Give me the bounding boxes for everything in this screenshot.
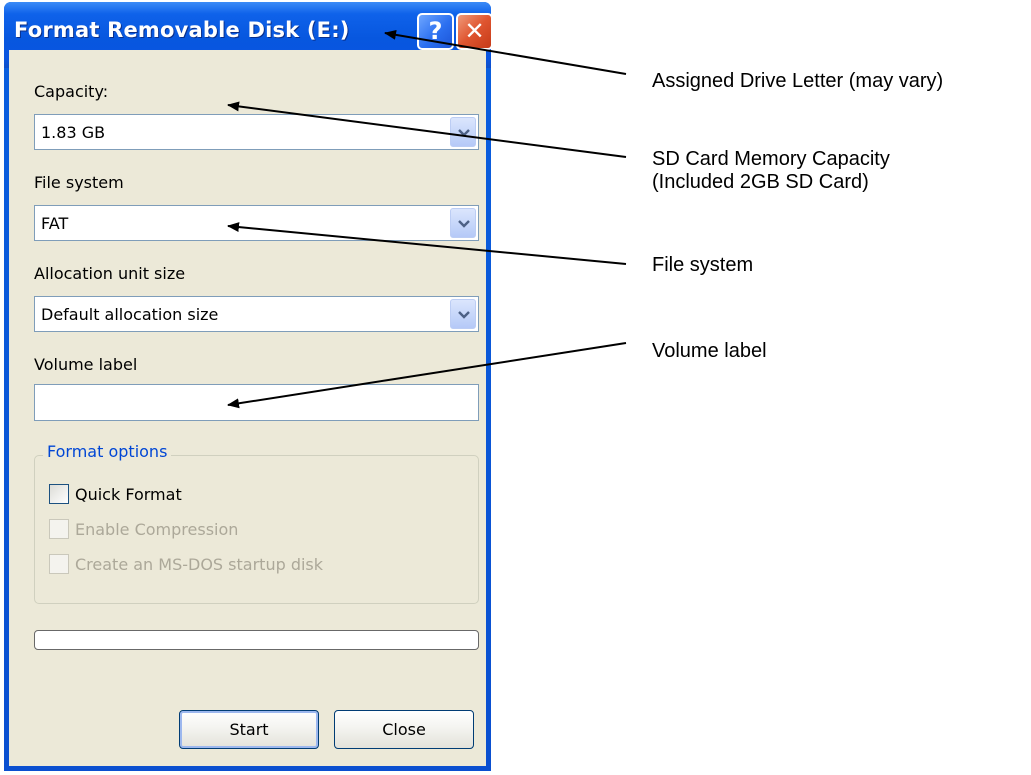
enable-compression-checkbox [49,519,69,539]
allocation-dropdown-button[interactable] [450,299,476,329]
allocation-dropdown[interactable]: Default allocation size [34,296,479,332]
start-button[interactable]: Start [179,710,319,749]
chevron-down-icon [458,311,470,319]
capacity-callout-line2: (Included 2GB SD Card) [652,171,869,193]
capacity-dropdown[interactable]: 1.83 GB [34,114,479,150]
volume-label-callout: Volume label [652,340,767,362]
msdos-startup-checkbox [49,554,69,574]
file-system-dropdown[interactable]: FAT [34,205,479,241]
chevron-down-icon [458,220,470,228]
volume-label-label: Volume label [34,355,138,374]
capacity-dropdown-button[interactable] [450,117,476,147]
file-system-dropdown-button[interactable] [450,208,476,238]
help-button[interactable]: ? [417,13,454,50]
format-options-group: Format options Quick Format Enable Compr… [34,442,479,604]
format-dialog: Format Removable Disk (E:) ? ✕ Capacity:… [4,2,493,771]
quick-format-checkbox[interactable] [49,484,69,504]
chevron-down-icon [458,129,470,137]
volume-label-input[interactable] [34,384,479,421]
allocation-label: Allocation unit size [34,264,186,283]
quick-format-label[interactable]: Quick Format [75,485,182,504]
drive-letter-callout: Assigned Drive Letter (may vary) [652,70,944,92]
file-system-callout: File system [652,254,754,276]
capacity-label: Capacity: [34,82,109,101]
close-button[interactable]: Close [334,710,474,749]
allocation-value: Default allocation size [41,305,219,324]
file-system-label: File system [34,173,124,192]
close-icon[interactable]: ✕ [456,13,493,50]
msdos-startup-label: Create an MS-DOS startup disk [75,555,324,574]
enable-compression-label: Enable Compression [75,520,239,539]
format-options-legend: Format options [43,442,172,461]
format-progress-bar [34,630,479,650]
capacity-callout-line1: SD Card Memory Capacity [652,148,890,170]
capacity-value: 1.83 GB [41,123,106,142]
dialog-body: Capacity: 1.83 GB File system FAT Alloca… [9,50,486,766]
file-system-value: FAT [41,214,69,233]
dialog-title: Format Removable Disk (E:) [14,18,350,42]
